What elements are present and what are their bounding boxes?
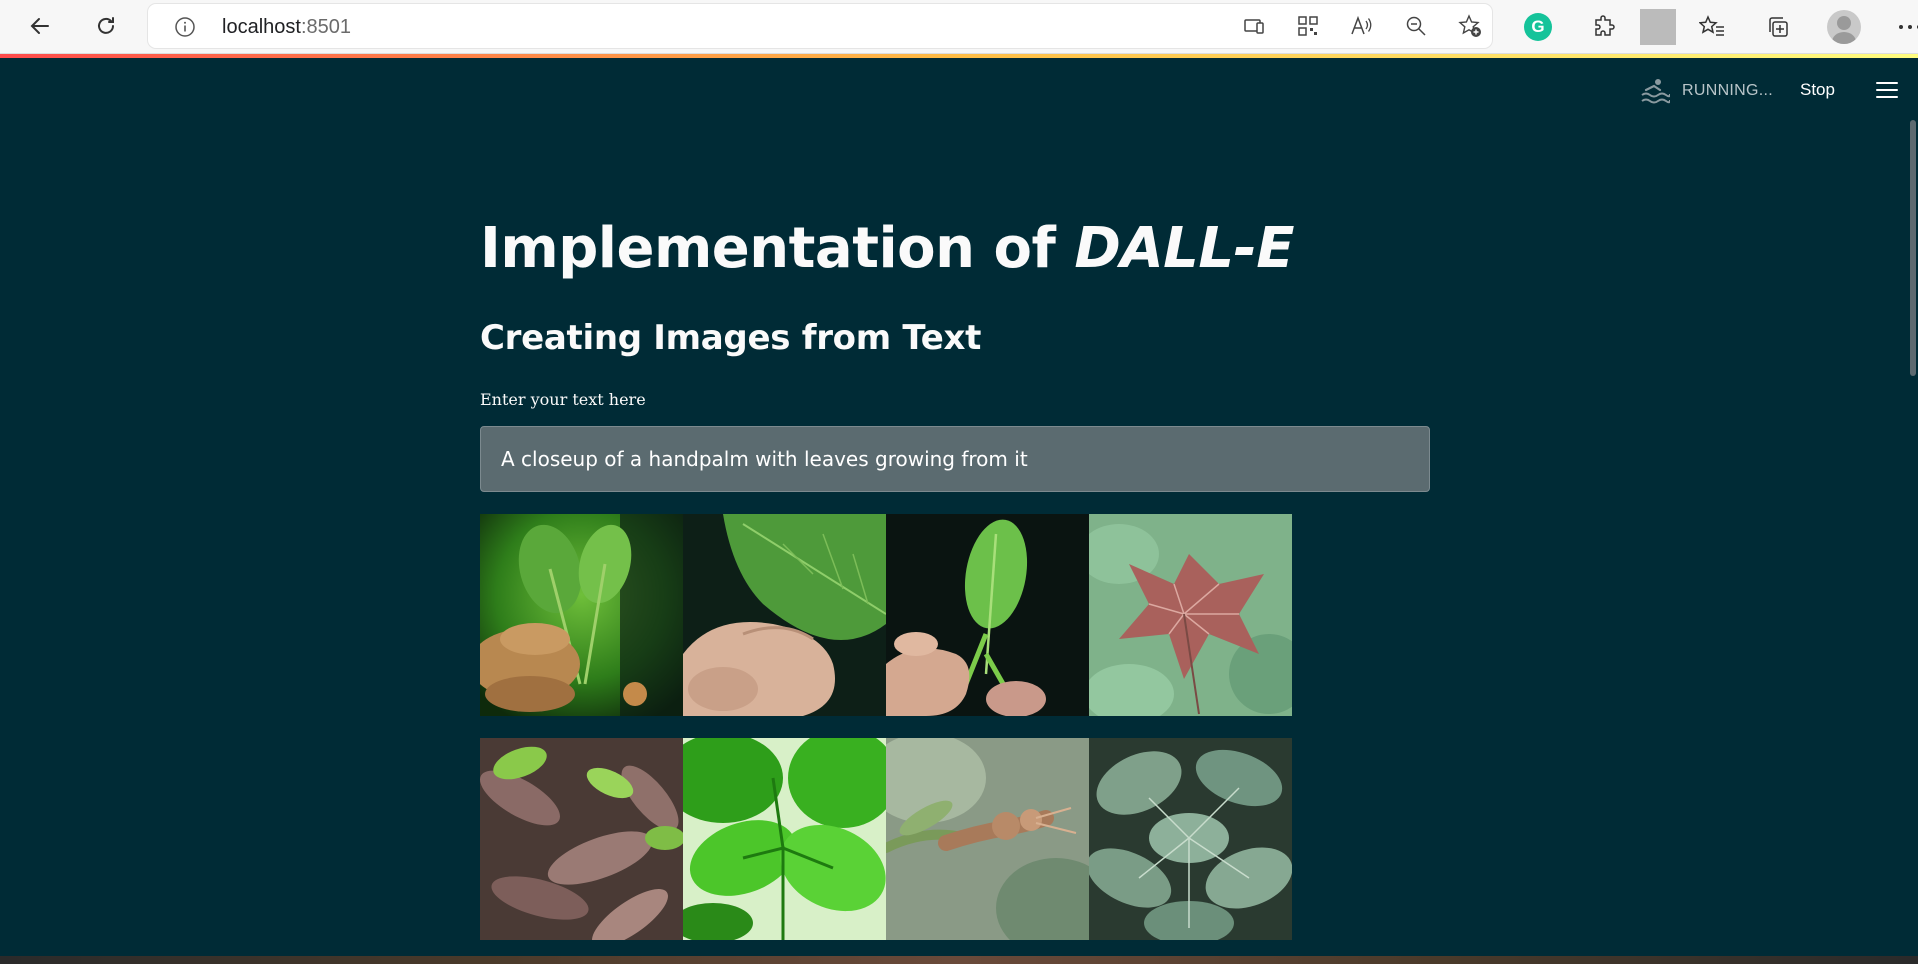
status-label: RUNNING... — [1682, 82, 1773, 99]
swimmer-icon — [1641, 79, 1670, 104]
taskbar-edge — [0, 956, 1918, 964]
generated-image — [683, 738, 886, 940]
grammarly-icon: G — [1524, 13, 1552, 41]
title-text: Implementation of — [480, 216, 1075, 281]
generated-image — [1089, 514, 1292, 716]
prompt-text-input[interactable] — [480, 426, 1430, 492]
toolbar-separator — [1640, 9, 1676, 45]
refresh-button[interactable] — [88, 8, 124, 44]
browser-extensions: G — [1520, 9, 1918, 45]
app-header: RUNNING... Stop — [0, 58, 1918, 122]
zoom-out-icon[interactable] — [1404, 14, 1428, 38]
page-title: Implementation of DALL-E — [480, 216, 1295, 281]
refresh-icon — [98, 17, 114, 34]
back-arrow-icon — [30, 18, 49, 34]
generated-image — [1089, 738, 1292, 940]
info-icon[interactable] — [174, 16, 196, 38]
avatar — [1827, 10, 1861, 44]
running-status: RUNNING... — [1640, 76, 1773, 106]
address-bar-actions — [1242, 14, 1482, 38]
generated-images-grid — [480, 514, 1292, 962]
profile-button[interactable] — [1826, 9, 1862, 45]
page-subtitle: Creating Images from Text — [480, 318, 982, 358]
add-favorite-icon[interactable] — [1458, 14, 1482, 38]
generated-image — [480, 738, 683, 940]
favorites-button[interactable] — [1694, 9, 1730, 45]
app-available-icon[interactable] — [1242, 14, 1266, 38]
scrollbar[interactable] — [1910, 120, 1916, 376]
back-button[interactable] — [22, 8, 58, 44]
text-input-label: Enter your text here — [480, 390, 646, 409]
image-row — [480, 514, 1292, 716]
grammarly-extension[interactable]: G — [1520, 9, 1556, 45]
generated-image — [886, 514, 1089, 716]
stop-button[interactable]: Stop — [1800, 80, 1835, 100]
image-row — [480, 738, 1292, 940]
url-host: localhost — [222, 16, 301, 38]
more-options-button[interactable] — [1892, 9, 1918, 45]
collections-button[interactable] — [1760, 9, 1796, 45]
url-text[interactable]: localhost:8501 — [222, 16, 351, 39]
browser-toolbar: localhost:8501 G — [0, 0, 1918, 54]
qr-code-icon[interactable] — [1296, 14, 1320, 38]
generated-image — [480, 514, 683, 716]
url-port: :8501 — [300, 16, 351, 38]
favorites-icon — [1699, 15, 1724, 36]
read-aloud-icon[interactable] — [1350, 14, 1374, 38]
generated-image — [683, 514, 886, 716]
main-menu-icon[interactable] — [1876, 82, 1898, 98]
more-icon — [1899, 25, 1918, 29]
extensions-button[interactable] — [1586, 9, 1622, 45]
title-emphasis: DALL-E — [1074, 216, 1295, 281]
collections-icon — [1769, 17, 1788, 37]
puzzle-icon — [1595, 15, 1615, 36]
address-bar[interactable]: localhost:8501 — [148, 4, 1492, 48]
generated-image — [886, 738, 1089, 940]
